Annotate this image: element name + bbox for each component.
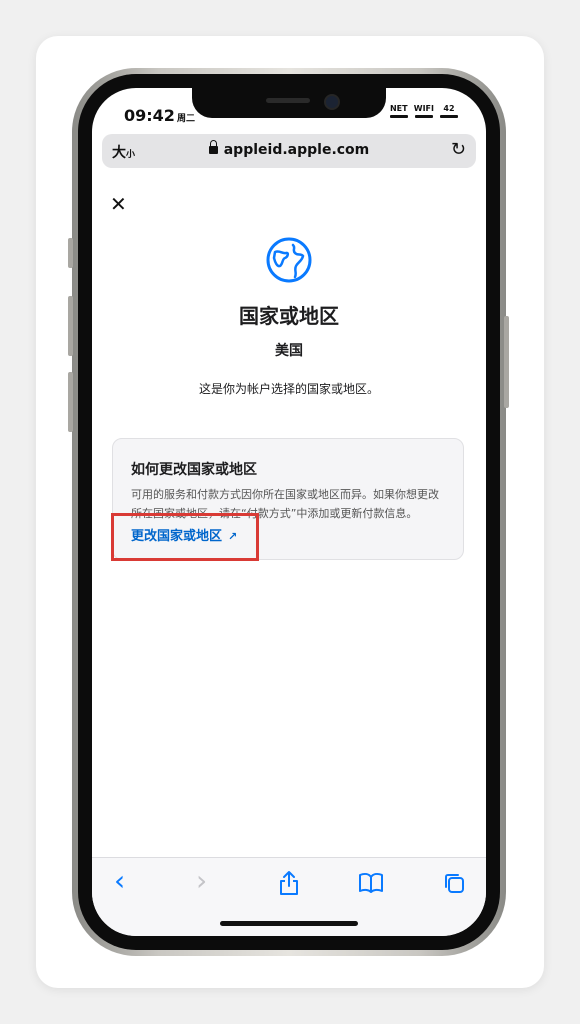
volume-up-button — [68, 296, 73, 356]
lock-icon — [208, 140, 218, 154]
battery-indicator: 42 — [440, 104, 458, 118]
status-time: 09:42 周二 — [124, 106, 195, 125]
forward-icon[interactable]: › — [196, 864, 207, 897]
notch — [192, 88, 386, 118]
close-icon[interactable]: ✕ — [110, 192, 127, 216]
volume-down-button — [68, 372, 73, 432]
page-description: 这是你为帐户选择的国家或地区。 — [198, 382, 379, 396]
url-display[interactable]: appleid.apple.com — [102, 140, 476, 158]
phone-screen: 09:42 周二 NET WIFI 42 大小 appleid.apple.com… — [92, 88, 486, 936]
reload-icon[interactable]: ↻ — [451, 139, 466, 160]
status-indicators: NET WIFI 42 — [390, 104, 458, 118]
globe-icon — [266, 237, 312, 283]
share-icon[interactable] — [278, 870, 300, 896]
url-text: appleid.apple.com — [223, 142, 370, 158]
network-indicator: NET — [390, 104, 408, 118]
back-icon[interactable]: ‹ — [114, 864, 125, 897]
safari-toolbar: ‹ › — [92, 857, 486, 936]
tabs-icon[interactable] — [442, 871, 466, 895]
info-card-title: 如何更改国家或地区 — [131, 462, 257, 478]
highlight-annotation-box — [111, 513, 259, 561]
home-indicator — [220, 921, 358, 926]
speaker — [266, 98, 310, 103]
status-time-text: 09:42 — [124, 106, 175, 125]
page-title: 国家或地区 — [239, 304, 339, 328]
wifi-indicator: WIFI — [414, 104, 434, 118]
selected-country: 美国 — [275, 343, 303, 359]
status-day: 周二 — [176, 114, 195, 124]
mute-switch — [68, 238, 73, 268]
address-bar[interactable]: 大小 appleid.apple.com ↻ — [102, 134, 476, 168]
power-button — [504, 316, 509, 408]
bookmarks-icon[interactable] — [358, 872, 384, 894]
front-camera — [324, 94, 340, 110]
